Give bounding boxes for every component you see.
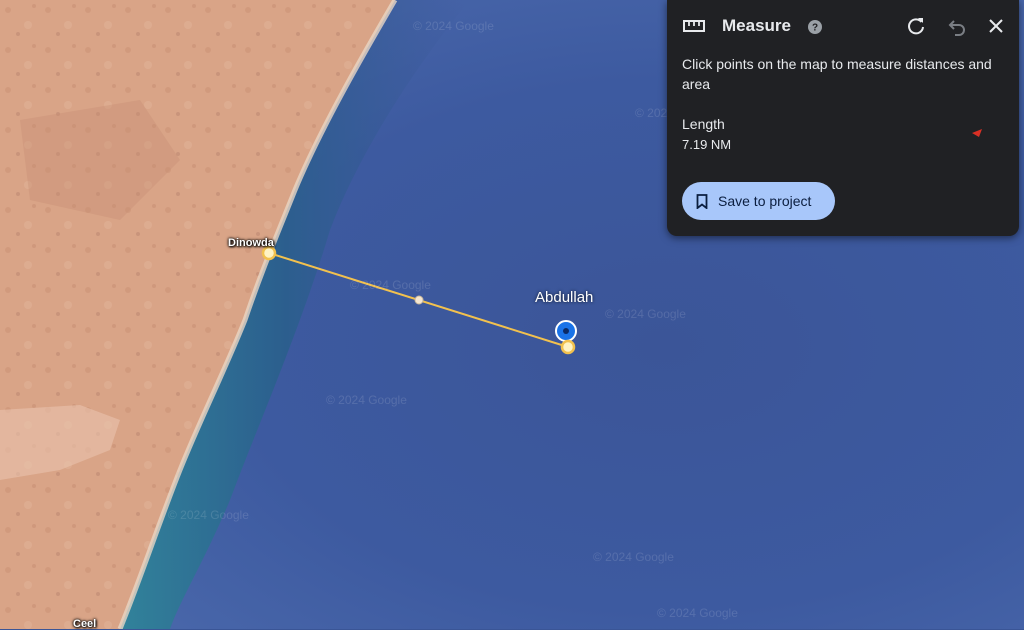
- undo-icon[interactable]: [946, 15, 968, 37]
- measure-panel: Measure ? Click points on the map to mea…: [667, 0, 1019, 236]
- bookmark-icon: [696, 193, 708, 209]
- place-label-ceel[interactable]: Ceel: [73, 618, 96, 630]
- measure-midpoint-handle[interactable]: [414, 295, 424, 305]
- svg-text:?: ?: [812, 23, 818, 34]
- length-label: Length: [682, 116, 725, 132]
- save-to-project-button[interactable]: Save to project: [682, 182, 835, 220]
- location-marker-dot: [563, 328, 569, 334]
- measure-instructions: Click points on the map to measure dista…: [682, 56, 992, 92]
- length-value: 7.19 NM: [682, 137, 732, 152]
- place-label-abdullah[interactable]: Abdullah: [535, 289, 593, 306]
- panel-title: Measure: [722, 16, 791, 35]
- save-to-project-label: Save to project: [718, 193, 812, 209]
- measure-panel-header: Measure ?: [667, 0, 1019, 52]
- ruler-icon: [683, 17, 705, 35]
- cursor-icon: [970, 128, 984, 138]
- close-icon[interactable]: [985, 15, 1007, 37]
- measure-point-end[interactable]: [560, 339, 576, 355]
- refresh-icon[interactable]: [905, 15, 927, 37]
- help-icon[interactable]: ?: [807, 19, 823, 35]
- place-label-dinowda[interactable]: Dinowda: [228, 237, 274, 249]
